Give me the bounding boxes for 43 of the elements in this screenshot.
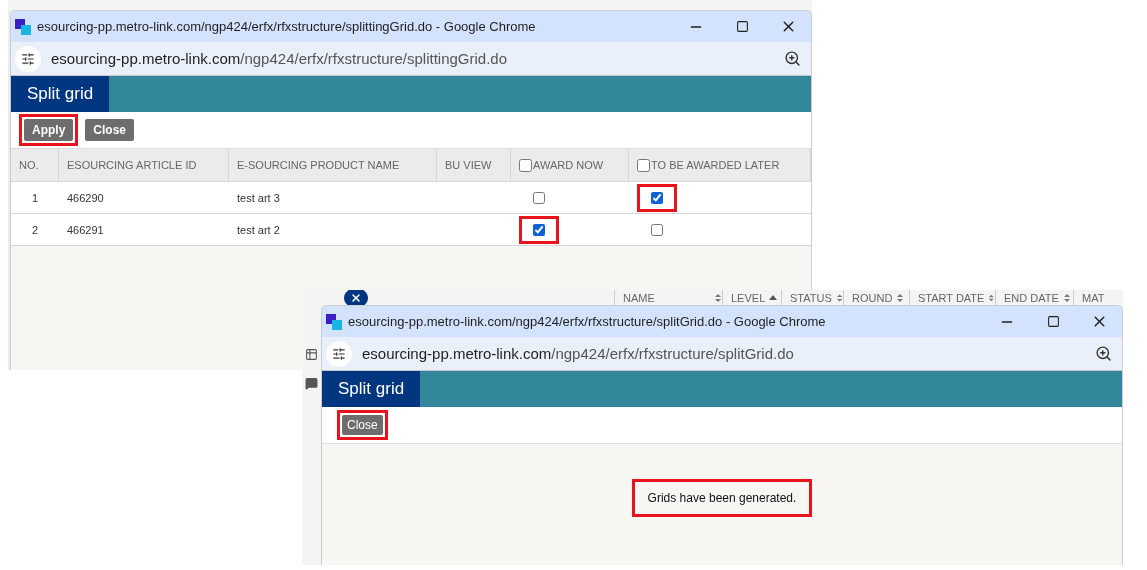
toolbar-button[interactable]: Close (85, 119, 135, 141)
column-label: NAME (623, 291, 655, 304)
status-message: Grids have been generated. (631, 479, 813, 517)
header-checkbox[interactable] (519, 158, 532, 172)
site-icon (15, 18, 31, 35)
column-label: AWARD NOW (533, 159, 604, 171)
site-icon (326, 313, 342, 330)
site-settings-icon[interactable] (326, 340, 352, 367)
window-title: esourcing-pp.metro-link.com/ngp424/erfx/rfxstructure/splittingGrid.do - Google Chrome (37, 19, 537, 34)
column-label: E-SOURCING PRODUCT NAME (237, 159, 400, 171)
table-cell: 1 (11, 182, 59, 214)
column-label: MAT (1082, 291, 1105, 304)
column-label: END DATE (1004, 291, 1059, 304)
window-title: esourcing-pp.metro-link.com/ngp424/erfx/rfxstructure/splitGrid.do - Google Chrome (348, 314, 827, 329)
row-checkbox[interactable] (533, 191, 545, 204)
sort-icon[interactable] (835, 292, 843, 303)
table-cell: test art 3 (229, 182, 437, 214)
column-label: NO. (19, 159, 39, 171)
sort-icon[interactable] (714, 292, 722, 303)
page-title: Split grid (322, 371, 421, 407)
sort-icon[interactable] (1062, 292, 1071, 303)
column-label: ESOURCING ARTICLE ID (67, 159, 197, 171)
sort-icon[interactable] (896, 292, 905, 303)
sort-icon[interactable] (988, 292, 995, 303)
column-label: START DATE (918, 291, 985, 304)
header-checkbox[interactable] (637, 158, 650, 172)
column-label: BU VIEW (445, 159, 492, 171)
zoom-icon[interactable] (1095, 345, 1112, 362)
column-label: LEVEL (731, 291, 766, 304)
column-label: TO BE AWARDED LATER (651, 159, 780, 171)
row-checkbox[interactable] (651, 191, 663, 204)
toolbar-button[interactable]: Apply (24, 119, 74, 141)
table-cell: 466290 (59, 182, 229, 214)
comment-icon[interactable] (305, 377, 318, 390)
site-settings-icon[interactable] (15, 45, 41, 72)
column-label: STATUS (790, 291, 832, 304)
close-button[interactable]: Close (342, 415, 383, 435)
column-label: ROUND (852, 291, 893, 304)
zoom-icon[interactable] (784, 50, 801, 67)
grid-icon[interactable] (305, 348, 318, 361)
page-title: Split grid (11, 76, 110, 112)
row-checkbox[interactable] (533, 223, 545, 236)
row-checkbox[interactable] (651, 223, 663, 236)
